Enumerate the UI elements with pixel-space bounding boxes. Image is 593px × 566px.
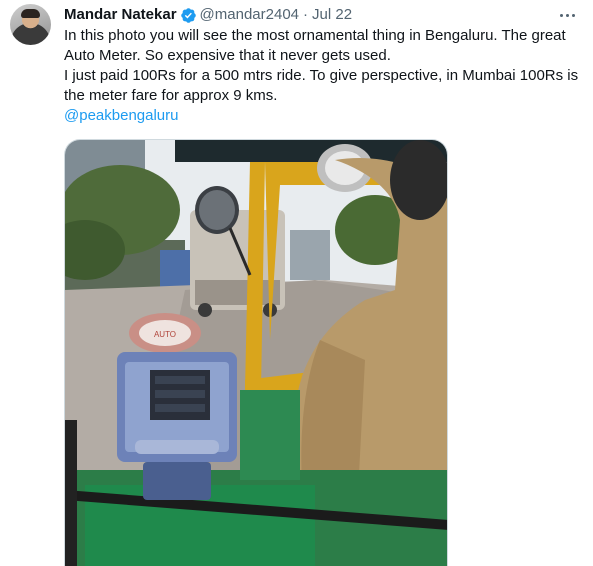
tweet-text: In this photo you will see the most orna… [64, 26, 584, 126]
tweet-text-line-1: In this photo you will see the most orna… [64, 27, 566, 64]
tweet-header: Mandar Natekar @mandar2404 · Jul 22 [64, 5, 352, 25]
more-options-icon[interactable] [555, 3, 579, 27]
meter-top-label: AUTO [154, 330, 176, 339]
tweet-photo[interactable]: AUTO [64, 139, 448, 566]
tweet-date[interactable]: Jul 22 [312, 5, 352, 25]
avatar[interactable] [10, 4, 51, 45]
author-handle[interactable]: @mandar2404 [200, 5, 299, 25]
date-separator: · [303, 6, 309, 23]
verified-badge-icon [180, 7, 196, 23]
mention-link[interactable]: @peakbengaluru [64, 107, 178, 124]
avatar-hair [21, 9, 40, 18]
auto-meter-photo: AUTO [65, 140, 447, 566]
tweet-card[interactable]: Mandar Natekar @mandar2404 · Jul 22 In t… [0, 0, 593, 566]
author-display-name[interactable]: Mandar Natekar [64, 5, 177, 25]
tweet-text-line-2: I just paid 100Rs for a 500 mtrs ride. T… [64, 67, 579, 104]
